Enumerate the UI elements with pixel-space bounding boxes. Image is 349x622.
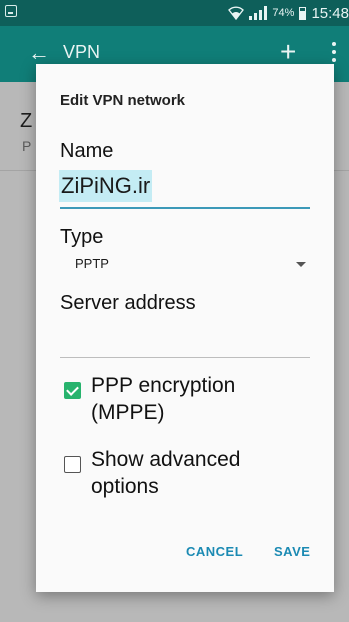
list-item-subtitle: P: [22, 138, 32, 154]
type-label: Type: [60, 226, 104, 248]
name-field[interactable]: ZiPiNG.ir: [59, 170, 153, 202]
ppp-encryption-checkbox[interactable]: [64, 382, 81, 399]
arrow-left-icon[interactable]: ←: [28, 40, 50, 66]
overflow-menu-icon[interactable]: [332, 42, 336, 62]
server-field-underline: [60, 357, 310, 358]
screenshot-icon: [5, 5, 19, 19]
signal-icon: [249, 6, 268, 20]
battery-icon: [299, 6, 307, 20]
edit-vpn-dialog: Edit VPN network Name ZiPiNG.ir Type PPT…: [36, 64, 334, 592]
server-address-field[interactable]: [60, 322, 310, 348]
list-item-name: Z: [20, 110, 33, 132]
status-icons: 74% 15:48: [228, 4, 349, 22]
ppp-encryption-label-line2: (MPPE): [91, 401, 165, 424]
name-field-underline: [60, 207, 310, 209]
clock: 15:48: [311, 4, 349, 22]
advanced-options-row[interactable]: Show advanced options: [64, 446, 240, 500]
server-address-label: Server address: [60, 292, 196, 314]
advanced-options-label: Show advanced options: [91, 446, 240, 500]
advanced-options-label-line1: Show advanced: [91, 448, 241, 471]
status-bar: 74% 15:48: [0, 0, 349, 26]
name-label: Name: [60, 140, 114, 162]
dialog-title: Edit VPN network: [60, 92, 186, 109]
advanced-options-checkbox[interactable]: [64, 456, 81, 473]
advanced-options-label-line2: options: [91, 475, 159, 498]
wifi-icon: [228, 6, 245, 20]
ppp-encryption-row[interactable]: PPP encryption (MPPE): [64, 372, 235, 426]
ppp-encryption-label-line1: PPP encryption: [91, 374, 236, 397]
battery-percent: 74%: [272, 7, 295, 19]
chevron-down-icon[interactable]: [296, 262, 306, 267]
cancel-button[interactable]: CANCEL: [186, 544, 243, 559]
ppp-encryption-label: PPP encryption (MPPE): [91, 372, 235, 426]
save-button[interactable]: SAVE: [274, 544, 310, 559]
type-select[interactable]: PPTP: [75, 256, 109, 271]
page-title: VPN: [63, 42, 101, 62]
